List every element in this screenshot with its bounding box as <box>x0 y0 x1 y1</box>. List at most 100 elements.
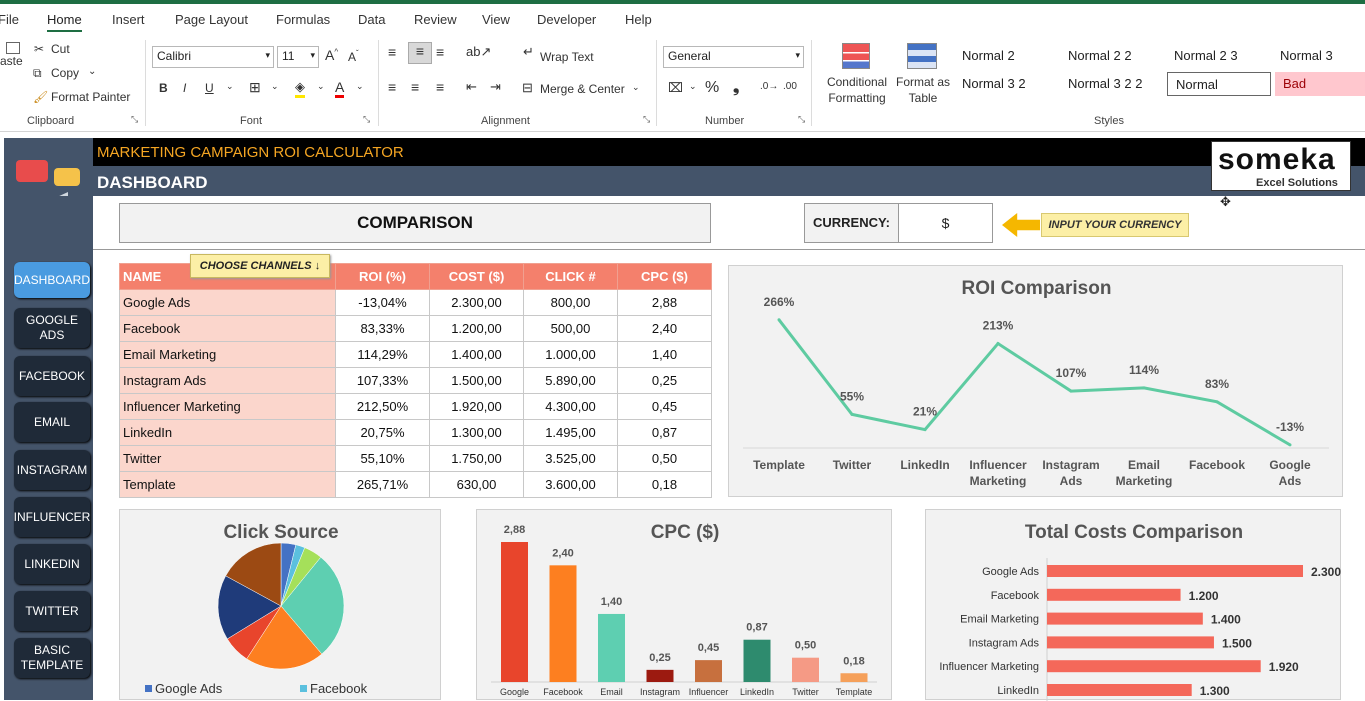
channel-name-cell[interactable]: Facebook <box>120 316 336 342</box>
value-cell[interactable]: -13,04% <box>336 290 430 316</box>
value-cell[interactable]: 107,33% <box>336 368 430 394</box>
value-cell[interactable]: 265,71% <box>336 472 430 498</box>
choose-channels-button[interactable]: CHOOSE CHANNELS ↓ <box>190 254 330 278</box>
nav-influencer[interactable]: INFLUENCER <box>14 497 90 537</box>
fill-color-icon[interactable]: ◈ <box>295 79 305 98</box>
font-size-select[interactable]: 11▾ <box>277 46 319 68</box>
nav-instagram[interactable]: INSTAGRAM <box>14 450 90 490</box>
tab-view[interactable]: View <box>482 12 510 27</box>
style-normal-3[interactable]: Normal 3 <box>1272 44 1365 68</box>
style-normal-2[interactable]: Normal 2 <box>954 44 1058 68</box>
tab-developer[interactable]: Developer <box>537 12 596 27</box>
chevron-down-icon[interactable]: ⌄ <box>689 81 697 92</box>
value-cell[interactable]: 2.300,00 <box>430 290 524 316</box>
italic-icon[interactable]: I <box>183 81 186 95</box>
borders-icon[interactable]: ⊞ <box>249 79 261 96</box>
tab-file[interactable]: File <box>0 12 19 27</box>
value-cell[interactable]: 0,18 <box>618 472 712 498</box>
tab-help[interactable]: Help <box>625 12 652 27</box>
style-normal-2-2[interactable]: Normal 2 2 <box>1060 44 1164 68</box>
clipboard-launcher-icon[interactable]: ⤡ <box>131 114 138 125</box>
value-cell[interactable]: 1.920,00 <box>430 394 524 420</box>
value-cell[interactable]: 0,45 <box>618 394 712 420</box>
tab-data[interactable]: Data <box>358 12 385 27</box>
nav-dashboard[interactable]: DASHBOARD <box>14 262 90 298</box>
paste-button[interactable]: aste <box>0 54 23 68</box>
value-cell[interactable]: 2,40 <box>618 316 712 342</box>
value-cell[interactable]: 55,10% <box>336 446 430 472</box>
value-cell[interactable]: 500,00 <box>524 316 618 342</box>
align-top-icon[interactable]: ≡ <box>388 44 396 60</box>
nav-facebook[interactable]: FACEBOOK <box>14 356 90 396</box>
align-right-icon[interactable]: ≡ <box>436 79 444 95</box>
percent-icon[interactable]: % <box>705 79 719 97</box>
channel-name-cell[interactable]: Template <box>120 472 336 498</box>
channel-name-cell[interactable]: Google Ads <box>120 290 336 316</box>
value-cell[interactable]: 1.300,00 <box>430 420 524 446</box>
value-cell[interactable]: 114,29% <box>336 342 430 368</box>
value-cell[interactable]: 5.890,00 <box>524 368 618 394</box>
style-normal[interactable]: Normal <box>1167 72 1271 96</box>
number-format-select[interactable]: General▾ <box>663 46 804 68</box>
orientation-icon[interactable]: ab↗ <box>466 44 491 60</box>
value-cell[interactable]: 1.750,00 <box>430 446 524 472</box>
value-cell[interactable]: 1.495,00 <box>524 420 618 446</box>
tab-page-layout[interactable]: Page Layout <box>175 12 248 27</box>
font-name-select[interactable]: Calibri▾ <box>152 46 274 68</box>
align-center-icon[interactable]: ≡ <box>411 79 419 95</box>
format-painter-button[interactable]: Format Painter <box>51 90 130 104</box>
copy-dropdown-icon[interactable]: ⌄ <box>88 66 96 77</box>
value-cell[interactable]: 83,33% <box>336 316 430 342</box>
value-cell[interactable]: 1.500,00 <box>430 368 524 394</box>
value-cell[interactable]: 630,00 <box>430 472 524 498</box>
value-cell[interactable]: 2,88 <box>618 290 712 316</box>
decrease-decimal-icon[interactable]: .00 <box>783 81 797 92</box>
tab-formulas[interactable]: Formulas <box>276 12 330 27</box>
style-normal-2-3[interactable]: Normal 2 3 <box>1166 44 1270 68</box>
value-cell[interactable]: 1.200,00 <box>430 316 524 342</box>
cut-button[interactable]: Cut <box>51 42 70 56</box>
underline-icon[interactable]: U <box>205 81 214 95</box>
merge-center-button[interactable]: Merge & Center <box>540 82 625 96</box>
increase-indent-icon[interactable]: ⇥ <box>490 79 501 95</box>
decrease-font-icon[interactable]: Aˇ <box>348 49 359 64</box>
value-cell[interactable]: 0,25 <box>618 368 712 394</box>
nav-basic-template[interactable]: BASIC TEMPLATE <box>14 638 90 678</box>
value-cell[interactable]: 1,40 <box>618 342 712 368</box>
increase-decimal-icon[interactable]: .0→ <box>760 81 778 92</box>
value-cell[interactable]: 3.600,00 <box>524 472 618 498</box>
chevron-down-icon[interactable]: ⌄ <box>271 81 279 92</box>
accounting-icon[interactable]: ⌧ <box>668 80 683 96</box>
chevron-down-icon[interactable]: ⌄ <box>632 82 640 93</box>
style-normal-3-2-2[interactable]: Normal 3 2 2 <box>1060 72 1164 96</box>
value-cell[interactable]: 0,50 <box>618 446 712 472</box>
tab-insert[interactable]: Insert <box>112 12 145 27</box>
align-middle-icon[interactable]: ≡ <box>408 42 432 64</box>
value-cell[interactable]: 800,00 <box>524 290 618 316</box>
format-as-table-button[interactable]: Format as Table <box>894 74 952 106</box>
conditional-formatting-button[interactable]: Conditional Formatting <box>822 74 892 106</box>
currency-input[interactable]: $ <box>898 203 993 243</box>
font-color-icon[interactable]: A <box>335 79 344 98</box>
nav-linkedin[interactable]: LINKEDIN <box>14 544 90 584</box>
align-bottom-icon[interactable]: ≡ <box>436 44 444 60</box>
style-normal-3-2[interactable]: Normal 3 2 <box>954 72 1058 96</box>
style-bad[interactable]: Bad <box>1275 72 1365 96</box>
align-left-icon[interactable]: ≡ <box>388 79 396 95</box>
value-cell[interactable]: 0,87 <box>618 420 712 446</box>
channel-name-cell[interactable]: Email Marketing <box>120 342 336 368</box>
increase-font-icon[interactable]: A^ <box>325 47 338 63</box>
copy-button[interactable]: Copy <box>51 66 79 80</box>
channel-name-cell[interactable]: Twitter <box>120 446 336 472</box>
tab-home[interactable]: Home <box>47 12 82 32</box>
nav-google-ads[interactable]: GOOGLE ADS <box>14 308 90 348</box>
value-cell[interactable]: 3.525,00 <box>524 446 618 472</box>
nav-twitter[interactable]: TWITTER <box>14 591 90 631</box>
chevron-down-icon[interactable]: ⌄ <box>356 81 364 92</box>
value-cell[interactable]: 1.000,00 <box>524 342 618 368</box>
chevron-down-icon[interactable]: ⌄ <box>226 81 234 92</box>
channel-name-cell[interactable]: LinkedIn <box>120 420 336 446</box>
wrap-text-button[interactable]: Wrap Text <box>540 50 594 64</box>
channel-name-cell[interactable]: Influencer Marketing <box>120 394 336 420</box>
value-cell[interactable]: 4.300,00 <box>524 394 618 420</box>
